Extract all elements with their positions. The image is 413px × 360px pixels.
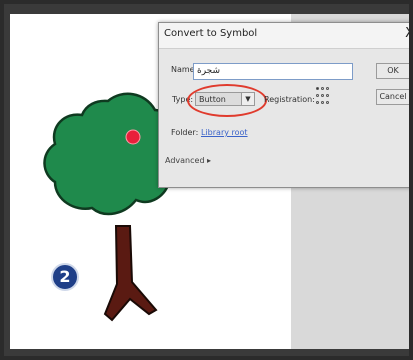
cancel-button[interactable]: Cancel bbox=[376, 89, 409, 105]
dialog-title: Convert to Symbol bbox=[164, 28, 258, 39]
step-badge: 2 bbox=[51, 263, 79, 291]
folder-label: Folder: bbox=[171, 128, 199, 137]
ok-button[interactable]: OK bbox=[376, 63, 409, 79]
apple-dot bbox=[125, 129, 141, 145]
type-highlight-circle bbox=[187, 84, 267, 117]
folder-link[interactable]: Library root bbox=[201, 128, 248, 137]
dialog-titlebar[interactable]: Convert to Symbol X bbox=[159, 23, 409, 49]
name-field[interactable]: شجرة bbox=[193, 63, 353, 80]
convert-to-symbol-dialog: Convert to Symbol X Name: شجرة Type: But… bbox=[158, 22, 409, 188]
close-icon[interactable]: X bbox=[405, 26, 409, 41]
tree-trunk bbox=[103, 225, 158, 322]
registration-grid[interactable] bbox=[316, 87, 330, 107]
app-window: 2 Convert to Symbol X Name: شجرة Type: B… bbox=[4, 4, 409, 356]
registration-label: Registration: bbox=[264, 95, 315, 104]
advanced-toggle[interactable]: Advanced ▸ bbox=[165, 156, 211, 165]
